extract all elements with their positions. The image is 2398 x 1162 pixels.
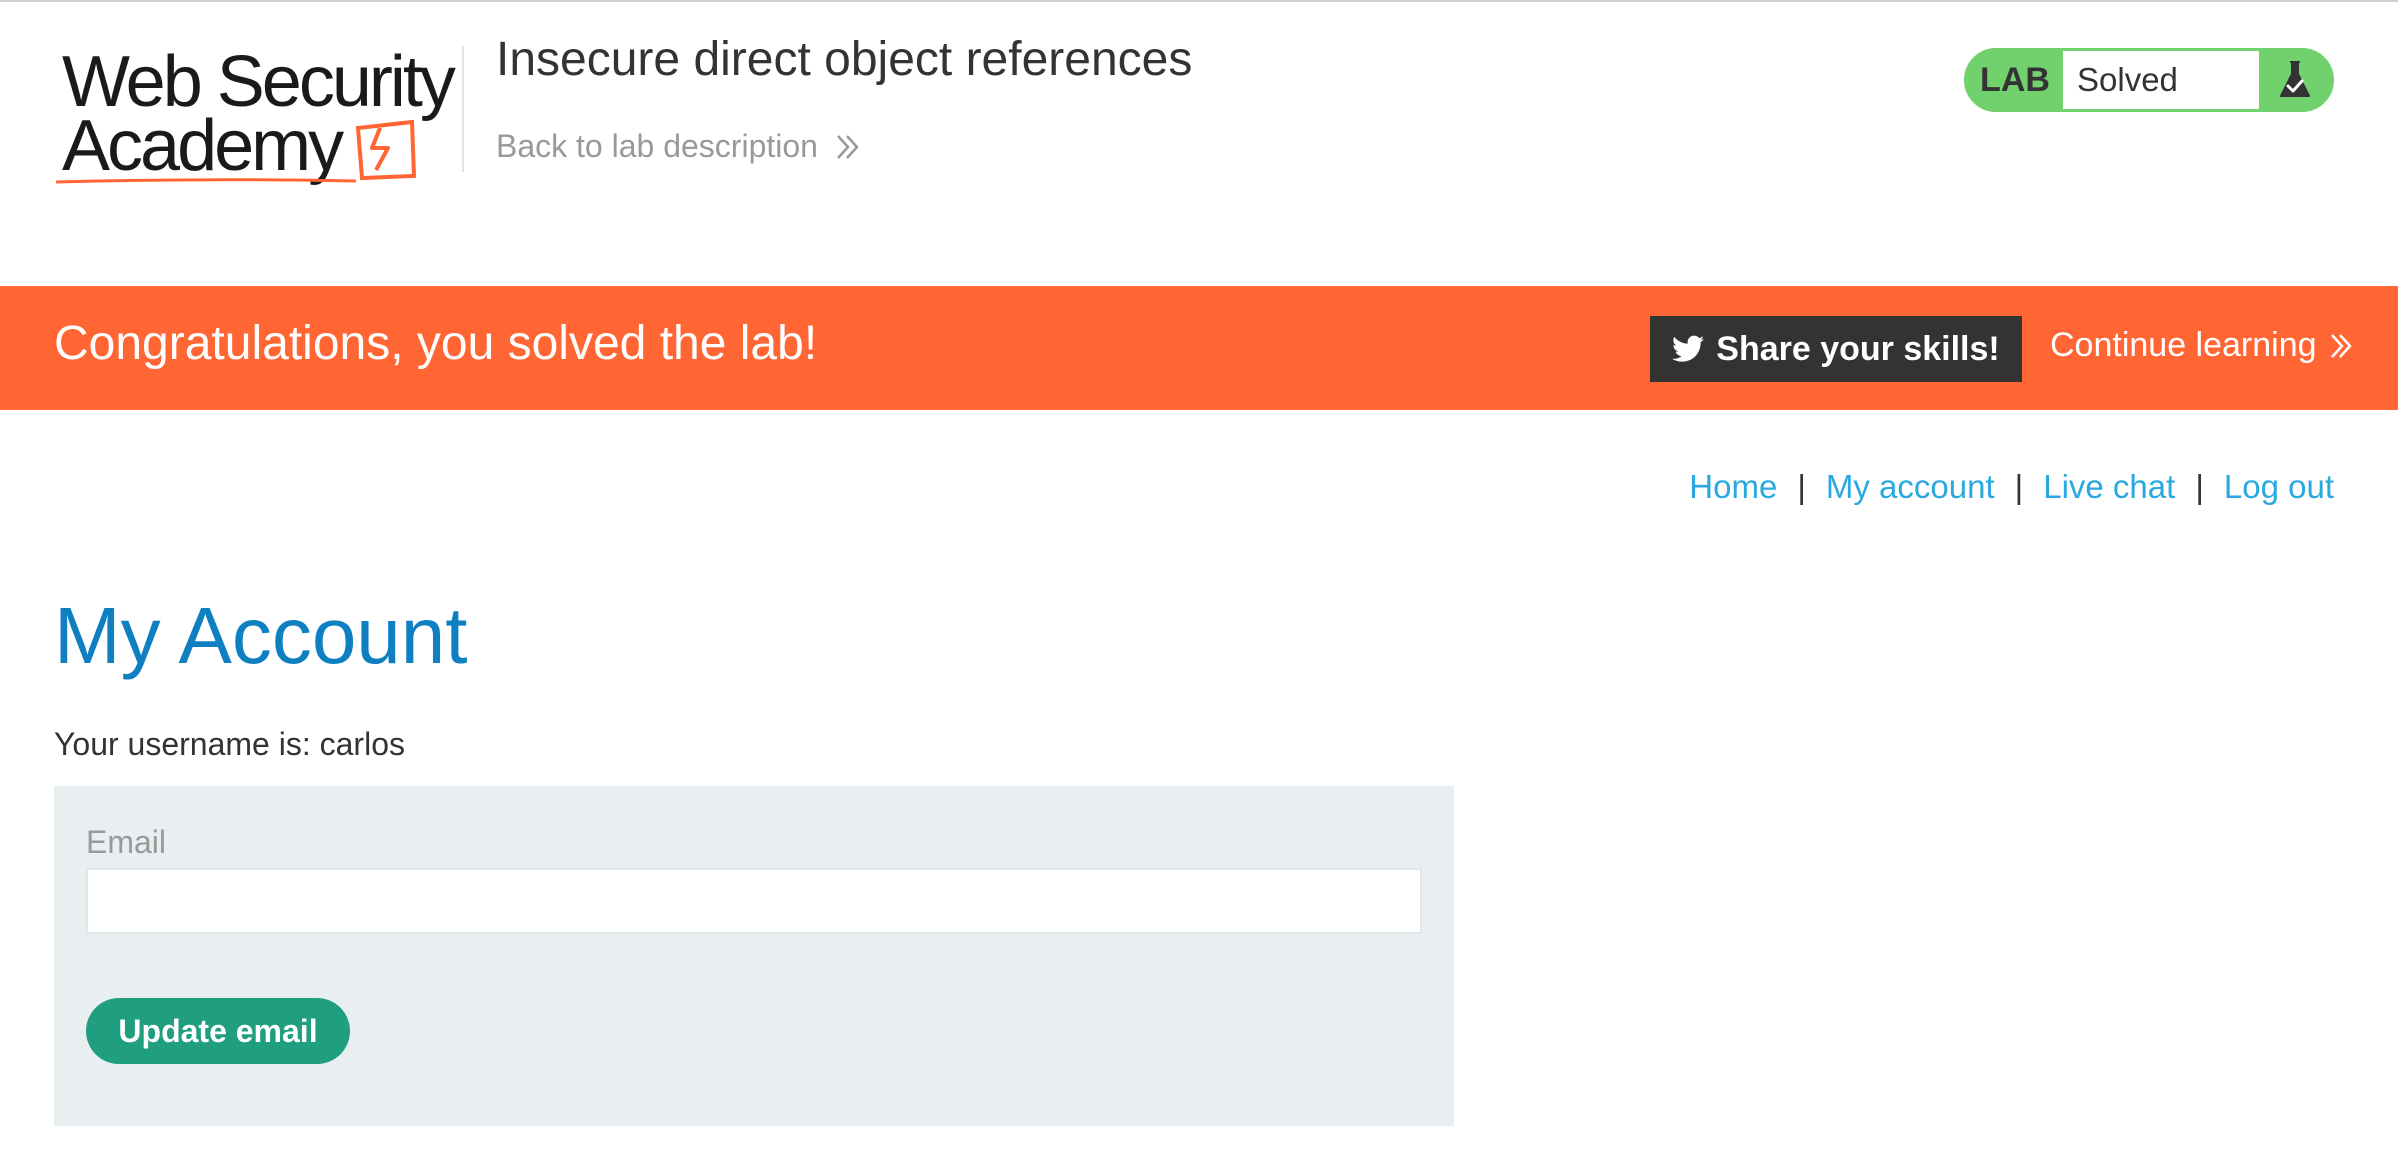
logo-underline: [56, 178, 356, 184]
lab-tag: LAB: [1967, 51, 2063, 109]
page-title: My Account: [54, 591, 468, 680]
continue-learning-label: Continue learning: [2050, 326, 2317, 364]
nav-live-chat-link[interactable]: Live chat: [2043, 468, 2175, 506]
nav-separator: |: [2195, 468, 2204, 505]
web-security-academy-logo[interactable]: Web Security Academy: [52, 46, 462, 192]
update-email-form: Email Update email: [54, 786, 1454, 1126]
lab-status-text: Solved: [2063, 51, 2259, 109]
nav-log-out-link[interactable]: Log out: [2224, 468, 2334, 506]
header: Web Security Academy Insecure direct obj…: [0, 2, 2398, 286]
email-input[interactable]: [86, 868, 1422, 934]
top-navigation: Home | My account | Live chat | Log out: [1689, 468, 2334, 506]
nav-my-account-link[interactable]: My account: [1826, 468, 1995, 506]
update-email-button[interactable]: Update email: [86, 998, 350, 1064]
nav-home-link[interactable]: Home: [1689, 468, 1777, 506]
share-your-skills-button[interactable]: Share your skills!: [1650, 316, 2022, 382]
logo-lightning-icon: [355, 119, 417, 181]
double-chevron-right-icon: [837, 134, 859, 159]
email-label: Email: [86, 824, 167, 860]
lab-status-widget: LAB Solved: [1964, 48, 2334, 112]
double-chevron-right-icon: [2330, 333, 2352, 358]
nav-separator: |: [1797, 468, 1806, 505]
twitter-bird-icon: [1672, 335, 1705, 362]
header-divider: [462, 46, 464, 172]
back-link-label: Back to lab description: [496, 128, 818, 164]
share-button-label: Share your skills!: [1716, 329, 2000, 368]
username-text: Your username is: carlos: [54, 726, 405, 762]
nav-separator: |: [2014, 468, 2024, 505]
continue-learning-link[interactable]: Continue learning: [2050, 326, 2355, 365]
logo-line-2: Academy: [62, 106, 344, 186]
congratulations-message: Congratulations, you solved the lab!: [54, 317, 818, 370]
lab-title: Insecure direct object references: [496, 33, 1193, 86]
back-to-lab-description-link[interactable]: Back to lab description: [496, 128, 862, 165]
flask-check-icon: [2259, 51, 2331, 109]
solved-banner: Congratulations, you solved the lab! Sha…: [0, 286, 2398, 410]
